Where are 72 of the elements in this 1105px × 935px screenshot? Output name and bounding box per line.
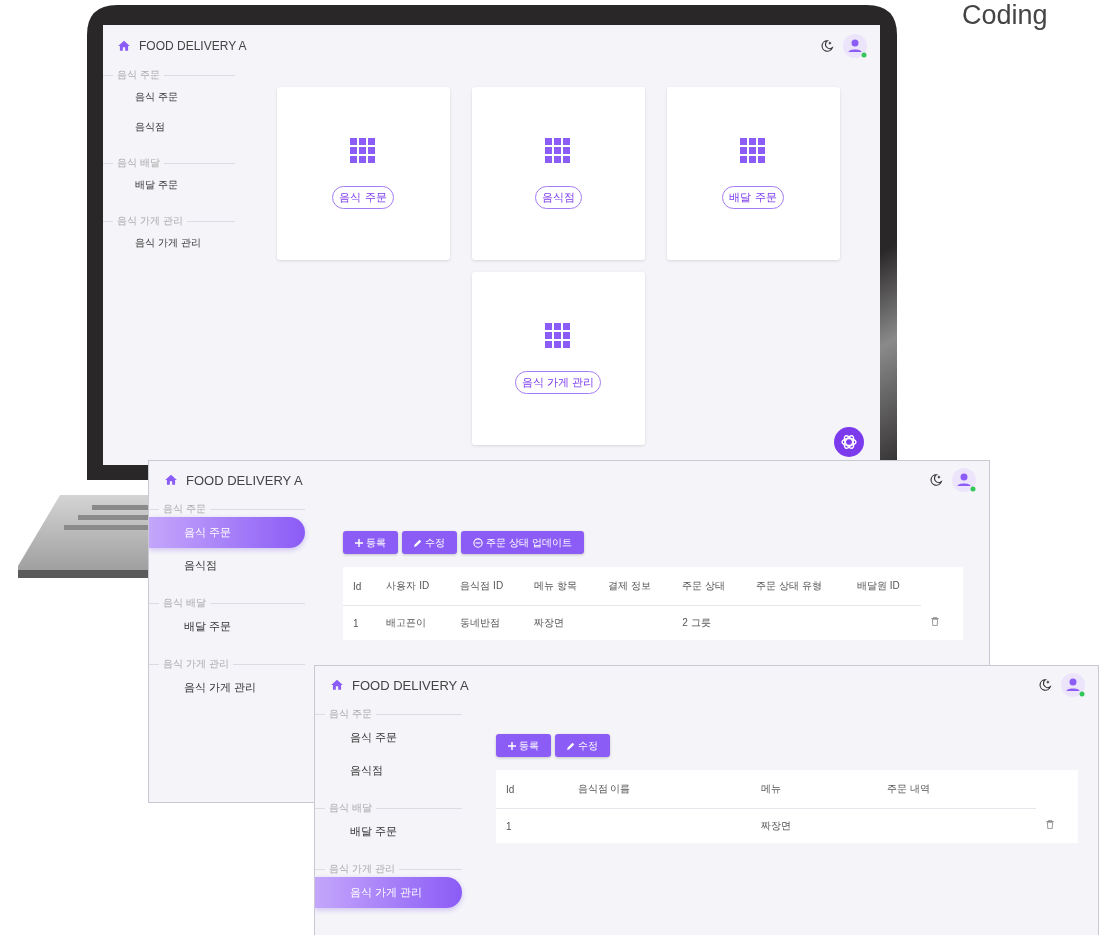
sidebar-item[interactable]: 음식 주문: [103, 83, 235, 111]
plus-icon: [508, 741, 516, 750]
column-header: 주문 상태: [672, 567, 747, 606]
grid-icon: [545, 138, 571, 164]
section-label: 음식 배달: [329, 801, 372, 815]
menu-card[interactable]: 음식 주문: [276, 87, 450, 260]
sidebar-item[interactable]: 배달 주문: [315, 816, 462, 847]
plus-icon: [355, 538, 363, 547]
sidebar-item[interactable]: 음식점: [149, 550, 305, 581]
chat-button[interactable]: [834, 427, 864, 457]
column-header: Id: [343, 567, 377, 606]
home-icon[interactable]: [117, 39, 131, 53]
column-header: 음식점 ID: [450, 567, 525, 606]
section-label: 음식 가게 관리: [117, 214, 183, 228]
moon-icon[interactable]: [820, 39, 834, 53]
grid-icon: [545, 323, 571, 349]
column-header: 배달원 ID: [846, 567, 921, 606]
section-label: 음식 주문: [163, 502, 206, 516]
menu-card[interactable]: 배달 주문: [666, 87, 840, 260]
action-button[interactable]: 수정: [555, 734, 610, 757]
column-header: Id: [496, 770, 568, 809]
section-label: 음식 배달: [163, 596, 206, 610]
app-title: FOOD DELIVERY A: [186, 472, 303, 488]
table-cell: 짜장면: [761, 820, 792, 831]
trash-icon[interactable]: [1046, 820, 1054, 830]
action-button[interactable]: 등록: [343, 531, 398, 554]
home-icon[interactable]: [164, 473, 178, 487]
moon-icon[interactable]: [929, 473, 943, 487]
table-cell: 1: [506, 820, 512, 832]
menu-card[interactable]: 음식 가게 관리: [471, 272, 645, 445]
sidebar-item[interactable]: 음식 주문: [315, 722, 462, 753]
table-cell: 동네반점: [460, 617, 501, 628]
avatar-icon[interactable]: [842, 33, 868, 59]
home-icon[interactable]: [330, 678, 344, 692]
action-button[interactable]: 주문 상태 업데이트: [461, 531, 584, 554]
minus-circle-icon: [473, 537, 483, 548]
sidebar-item[interactable]: 음식점: [103, 113, 235, 141]
action-button[interactable]: 등록: [496, 734, 551, 757]
column-header: 결제 정보: [598, 567, 673, 606]
menu-card[interactable]: 음식점: [471, 87, 645, 260]
avatar-icon[interactable]: [1060, 672, 1086, 698]
column-header: 주문 상태 유형: [746, 567, 847, 606]
sidebar-item[interactable]: 배달 주문: [103, 171, 235, 199]
column-header: 주문 내역: [877, 770, 1036, 809]
table-cell: 짜장면: [534, 617, 565, 628]
table-cell: 배고픈이: [386, 617, 427, 628]
page-heading: Coding: [962, 0, 1048, 31]
column-header: 메뉴: [751, 770, 878, 809]
table-cell: 2 그릇: [682, 617, 711, 628]
sidebar-item[interactable]: 음식 가게 관리: [149, 672, 305, 703]
column-header: 음식점 이름: [567, 770, 752, 809]
grid-icon: [740, 138, 766, 164]
column-header: 사용자 ID: [376, 567, 451, 606]
table-cell: 1: [353, 617, 359, 629]
app-title: FOOD DELIVERY A: [139, 39, 247, 53]
section-label: 음식 가게 관리: [329, 862, 395, 876]
sidebar-item[interactable]: 음식점: [315, 755, 462, 786]
app-title: FOOD DELIVERY A: [352, 677, 469, 693]
pencil-icon: [567, 741, 575, 750]
section-label: 음식 배달: [117, 156, 160, 170]
section-label: 음식 주문: [117, 68, 160, 82]
sidebar-item[interactable]: 배달 주문: [149, 611, 305, 642]
sidebar-item[interactable]: 음식 가게 관리: [103, 229, 235, 257]
moon-icon[interactable]: [1038, 678, 1052, 692]
action-button[interactable]: 수정: [402, 531, 457, 554]
trash-icon[interactable]: [931, 617, 939, 627]
grid-icon: [350, 138, 376, 164]
pencil-icon: [414, 538, 422, 547]
section-label: 음식 주문: [329, 707, 372, 721]
section-label: 음식 가게 관리: [163, 657, 229, 671]
avatar-icon[interactable]: [951, 467, 977, 493]
column-header: 메뉴 항목: [524, 567, 599, 606]
